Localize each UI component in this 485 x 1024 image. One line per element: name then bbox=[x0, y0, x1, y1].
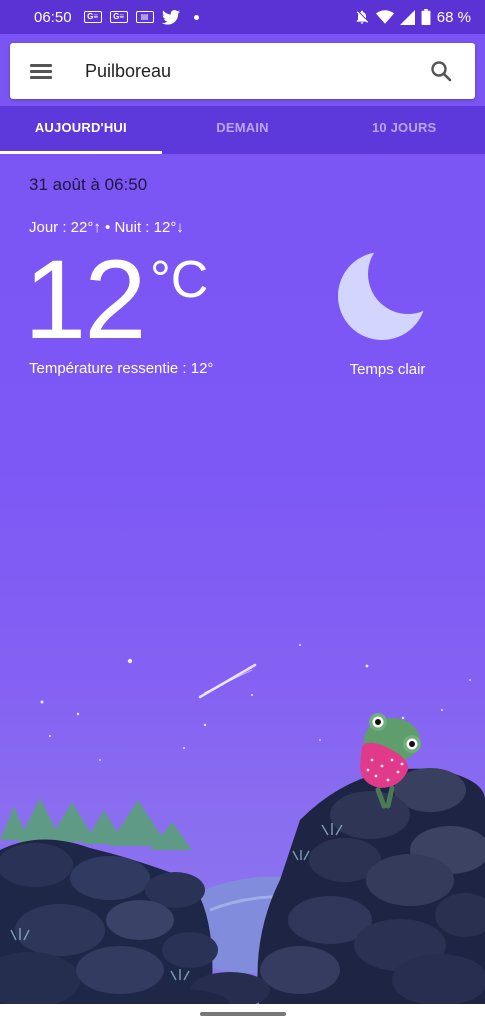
google-news-icon: G≡ bbox=[109, 11, 128, 23]
status-bar: 06:50 G≡ G≡ ▤ 68 % bbox=[0, 0, 485, 34]
notifications-off-icon bbox=[356, 10, 368, 24]
location-name[interactable]: Puilboreau bbox=[85, 61, 429, 82]
home-gesture-handle[interactable] bbox=[200, 1012, 286, 1016]
wifi-icon bbox=[375, 10, 394, 24]
google-news-icon: G≡ bbox=[83, 11, 102, 23]
status-notification-icons: G≡ G≡ ▤ bbox=[83, 9, 199, 25]
menu-icon[interactable] bbox=[30, 62, 54, 80]
right-rocks bbox=[257, 768, 485, 1010]
newspaper-icon: ▤ bbox=[135, 11, 154, 23]
moon-icon bbox=[338, 252, 426, 340]
weather-app: 06:50 G≡ G≡ ▤ 68 % Puilboreau AUJOURD'HU… bbox=[0, 0, 485, 1024]
temperature-unit: °C bbox=[150, 251, 209, 309]
current-temperature: 12 bbox=[24, 237, 147, 362]
status-system-icons: 68 % bbox=[354, 9, 471, 26]
tab-tomorrow[interactable]: DEMAIN bbox=[162, 106, 324, 154]
forecast-tabs: AUJOURD'HUI DEMAIN 10 JOURS bbox=[0, 106, 485, 154]
dot-icon bbox=[193, 14, 199, 20]
twitter-icon bbox=[161, 9, 180, 25]
night-landscape-illustration bbox=[0, 644, 485, 1010]
location-search-bar[interactable]: Puilboreau bbox=[10, 43, 475, 99]
day-night-temperatures: Jour : 22°↑ • Nuit : 12°↓ bbox=[29, 219, 184, 236]
observation-date: 31 août à 06:50 bbox=[29, 175, 148, 194]
battery-icon bbox=[421, 9, 431, 25]
status-time: 06:50 bbox=[34, 8, 72, 26]
shooting-star bbox=[198, 663, 257, 699]
tab-today[interactable]: AUJOURD'HUI bbox=[0, 106, 162, 154]
tab-10-days[interactable]: 10 JOURS bbox=[323, 106, 485, 154]
feels-like-temperature: Température ressentie : 12° bbox=[29, 360, 214, 377]
weather-condition: Temps clair bbox=[349, 361, 426, 378]
battery-level: 68 % bbox=[436, 8, 471, 26]
signal-icon bbox=[399, 9, 415, 25]
left-rocks bbox=[0, 839, 218, 1010]
search-icon[interactable] bbox=[429, 59, 453, 83]
